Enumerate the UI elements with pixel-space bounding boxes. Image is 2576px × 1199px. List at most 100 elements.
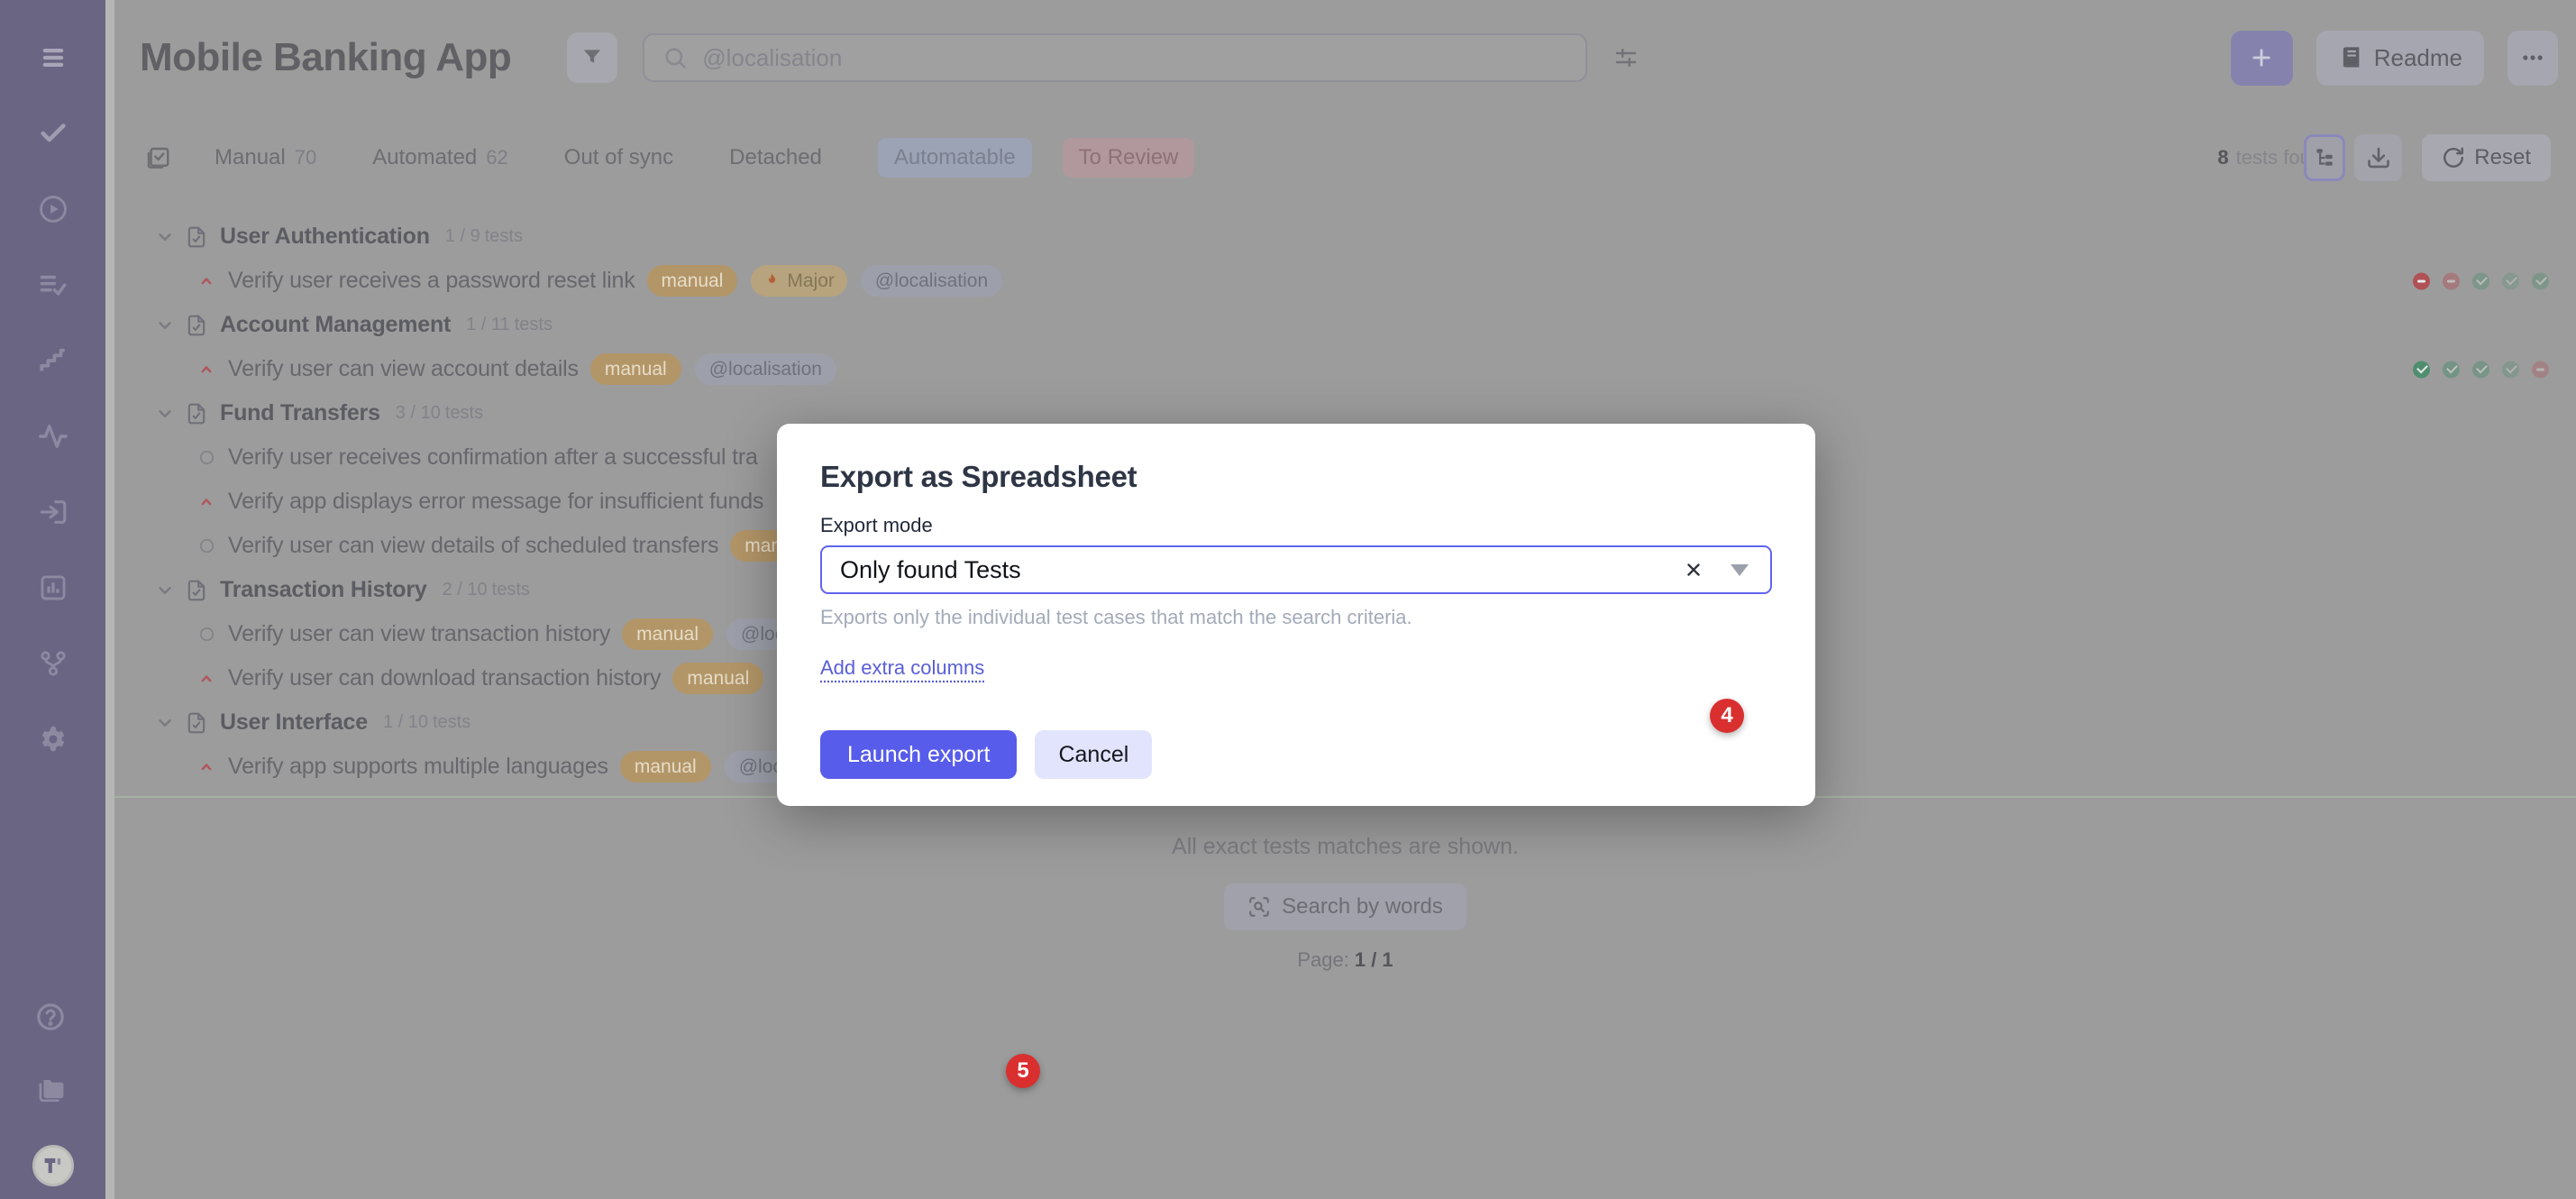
download-icon — [2366, 145, 2391, 170]
select-dropdown-icon — [1731, 564, 1749, 576]
download-button[interactable] — [2354, 134, 2402, 181]
filter-out-of-sync[interactable]: Out of sync — [564, 145, 673, 170]
columns-settings-icon[interactable] — [1612, 44, 1640, 71]
readme-label: Readme — [2374, 44, 2462, 72]
filter-badge-to-review[interactable]: To Review — [1063, 138, 1195, 178]
status-circle-icon — [198, 537, 215, 554]
badge-manual: manual — [620, 751, 711, 783]
run-status-dot-passed — [2532, 272, 2549, 289]
select-value: Only found Tests — [840, 556, 1021, 584]
suite-count: 1 / 9tests — [445, 226, 523, 247]
run-status-dot-passed — [2472, 272, 2489, 289]
run-history-dots — [2413, 361, 2549, 378]
tree-view-button[interactable] — [2304, 134, 2345, 181]
chevron-down-icon[interactable] — [155, 316, 175, 335]
readme-button[interactable]: Readme — [2316, 31, 2484, 86]
more-options-button[interactable] — [2507, 31, 2558, 86]
profile-avatar[interactable] — [32, 1145, 74, 1186]
topbar: Mobile Banking App Readme — [114, 0, 2576, 115]
test-plans-icon[interactable] — [35, 270, 71, 299]
filter-automated[interactable]: Automated62 — [372, 145, 508, 170]
reset-button[interactable]: Reset — [2422, 134, 2551, 181]
sidebar — [0, 0, 105, 1199]
add-extra-columns-link[interactable]: Add extra columns — [820, 656, 984, 680]
run-status-dot-passed — [2502, 272, 2519, 289]
test-row[interactable]: Verify user receives a password reset li… — [114, 259, 2576, 303]
suite-file-icon — [185, 402, 208, 426]
branches-icon[interactable] — [35, 649, 71, 678]
suite-title: Account Management — [220, 312, 451, 338]
test-title: Verify app supports multiple languages — [228, 754, 608, 780]
export-modal: Export as Spreadsheet Export mode Only f… — [777, 424, 1815, 806]
badge-manual: manual — [647, 265, 738, 297]
export-mode-label: Export mode — [820, 514, 1772, 537]
step-badge-5: 5 — [1006, 1054, 1040, 1088]
chevron-down-icon[interactable] — [155, 581, 175, 600]
runs-play-icon[interactable] — [35, 195, 71, 224]
settings-gear-icon[interactable] — [35, 725, 71, 754]
filter-button[interactable] — [567, 32, 617, 83]
suite-title: User Authentication — [220, 224, 430, 250]
priority-up-icon — [197, 361, 215, 379]
run-status-dot-failed — [2413, 272, 2430, 289]
suite-title: Fund Transfers — [220, 400, 380, 426]
add-button[interactable] — [2231, 31, 2293, 86]
search-input[interactable] — [700, 43, 1567, 73]
badge-tag: @localisation — [861, 265, 1002, 297]
run-history-dots — [2413, 272, 2549, 289]
priority-up-icon — [197, 758, 215, 776]
book-icon — [2338, 45, 2363, 70]
reports-icon[interactable] — [35, 573, 71, 602]
plus-icon — [2249, 45, 2274, 70]
suite-count: 1 / 11tests — [466, 315, 553, 335]
status-circle-icon — [198, 626, 215, 643]
tests-check-icon[interactable] — [35, 119, 71, 148]
clear-selection-icon[interactable] — [1684, 560, 1704, 580]
test-badges: manual@localisation — [590, 353, 836, 385]
results-message: All exact tests matches are shown. — [114, 834, 2576, 860]
suite-file-icon — [185, 579, 208, 602]
chevron-down-icon[interactable] — [155, 713, 175, 733]
export-mode-select[interactable]: Only found Tests 4 — [820, 545, 1772, 594]
chevron-down-icon[interactable] — [155, 227, 175, 247]
projects-folders-icon[interactable] — [32, 1076, 69, 1105]
run-status-dot-passed — [2443, 361, 2460, 378]
badge-tag: @localisation — [695, 353, 836, 385]
step-badge-4: 4 — [1710, 699, 1744, 733]
test-title: Verify user can view account details — [228, 356, 579, 382]
run-status-dot-passed — [2502, 361, 2519, 378]
filter-badge-automatable[interactable]: Automatable — [878, 138, 1032, 178]
test-title: Verify user receives a password reset li… — [228, 268, 635, 294]
filter-detached[interactable]: Detached — [729, 145, 822, 170]
badge-manual: manual — [622, 618, 713, 650]
test-title: Verify user receives confirmation after … — [228, 444, 758, 471]
modal-actions: Launch export Cancel 5 — [820, 730, 1772, 779]
chevron-down-icon[interactable] — [155, 404, 175, 424]
reset-label: Reset — [2474, 145, 2531, 170]
filter-manual[interactable]: Manual70 — [215, 145, 316, 170]
activity-icon[interactable] — [35, 422, 71, 451]
launch-export-button[interactable]: Launch export — [820, 730, 1017, 779]
suite-row[interactable]: Account Management 1 / 11tests — [114, 303, 2576, 347]
test-title: Verify app displays error message for in… — [228, 489, 763, 515]
priority-up-icon — [197, 272, 215, 290]
priority-up-icon — [197, 670, 215, 688]
test-badges: manual — [672, 663, 763, 694]
footer-info: All exact tests matches are shown. Searc… — [114, 834, 2576, 972]
search-icon — [662, 45, 688, 70]
status-circle-icon — [198, 449, 215, 466]
menu-icon[interactable] — [35, 43, 71, 72]
suite-row[interactable]: User Authentication 1 / 9tests — [114, 215, 2576, 259]
steps-icon[interactable] — [35, 346, 71, 375]
help-icon[interactable] — [32, 1002, 69, 1031]
cancel-button[interactable]: Cancel — [1035, 730, 1152, 779]
suite-file-icon — [185, 225, 208, 249]
search-by-words-button[interactable]: Search by words — [1224, 883, 1466, 930]
suite-title: Transaction History — [220, 577, 427, 603]
suite-file-icon — [185, 314, 208, 337]
run-status-dot-passed — [2413, 361, 2430, 378]
select-all-icon[interactable] — [144, 144, 171, 171]
import-icon[interactable] — [35, 498, 71, 526]
test-row[interactable]: Verify user can view account details man… — [114, 347, 2576, 391]
suite-file-icon — [185, 711, 208, 735]
